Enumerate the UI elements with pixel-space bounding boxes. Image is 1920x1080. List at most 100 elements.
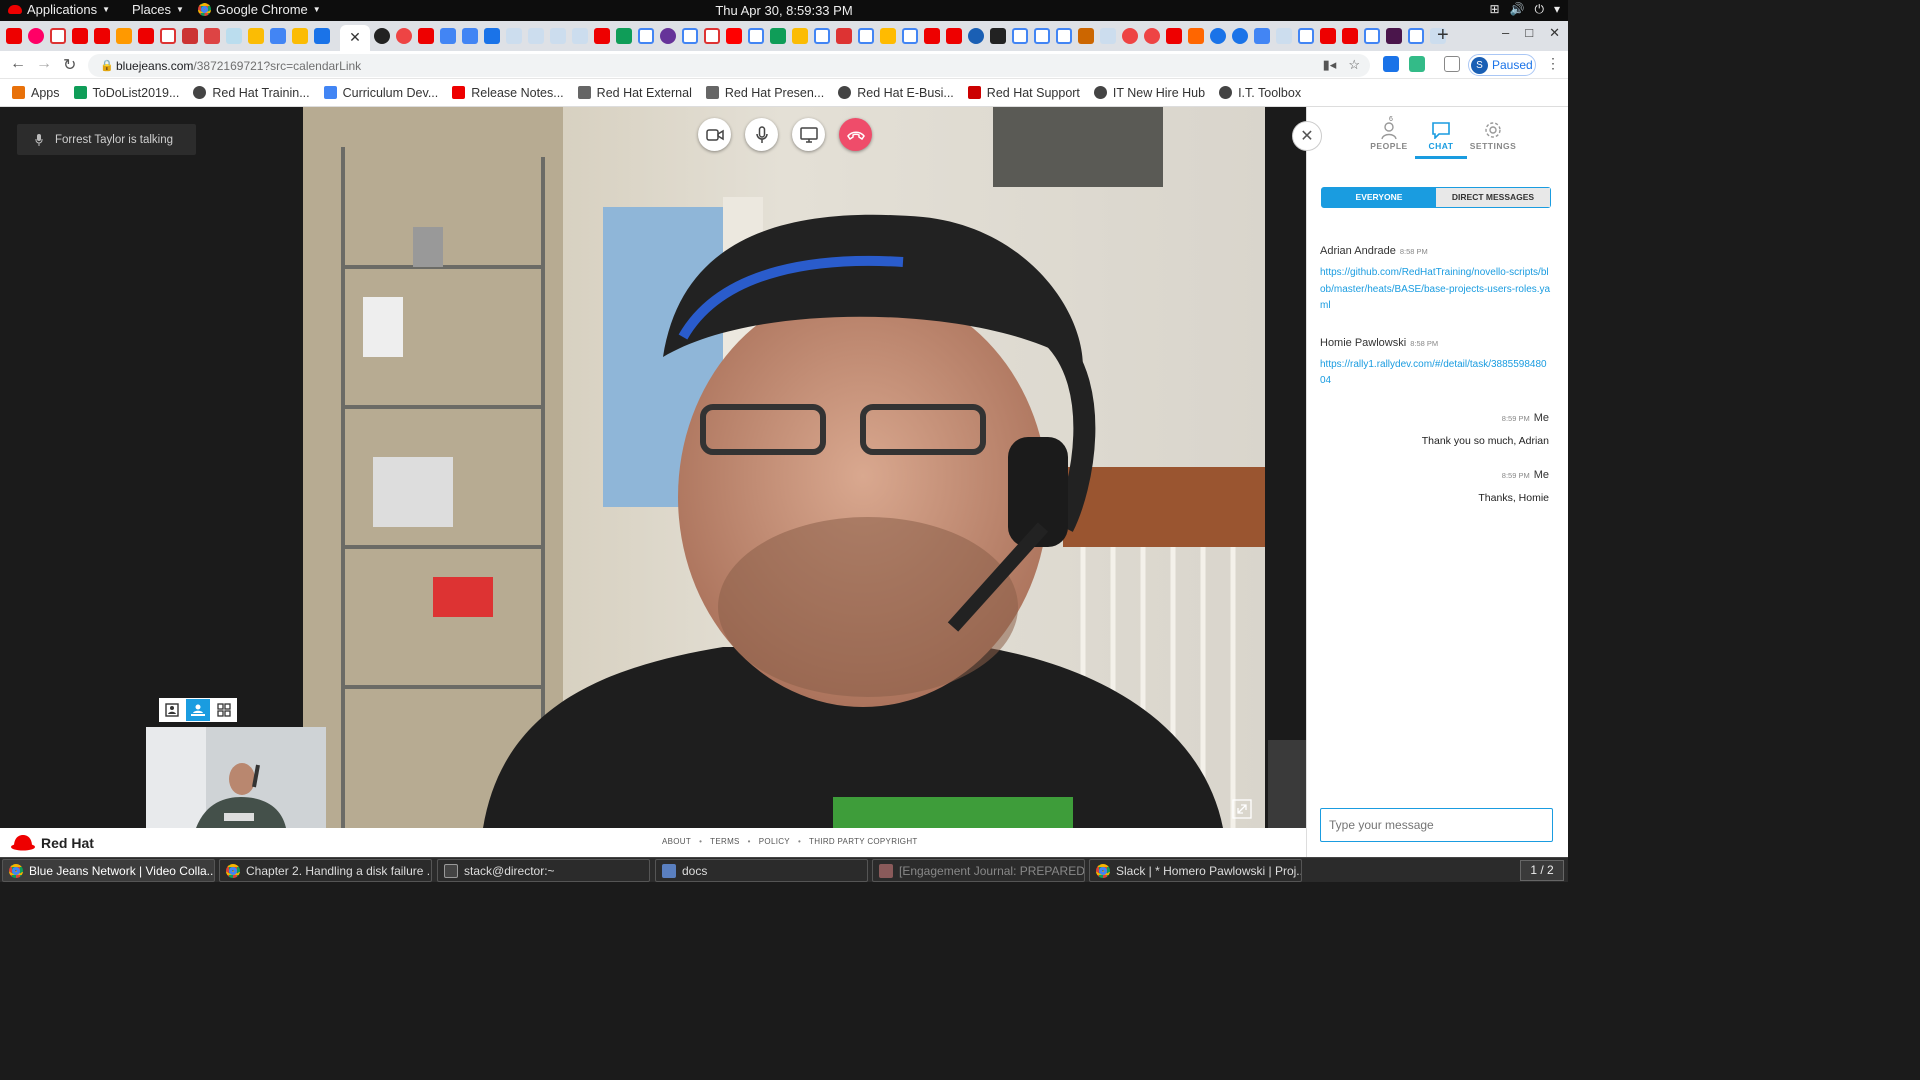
slides-icon[interactable] xyxy=(292,28,308,44)
bookmark-star-icon[interactable]: ☆ xyxy=(1348,57,1360,73)
close-panel-button[interactable]: ✕ xyxy=(1292,121,1322,151)
about-link[interactable]: ABOUT xyxy=(662,837,691,846)
bookmark-item[interactable]: Red Hat Support xyxy=(967,86,1080,100)
tab-favicon[interactable] xyxy=(1122,28,1138,44)
bookmark-item[interactable]: Red Hat Trainin... xyxy=(193,86,310,100)
google-icon[interactable] xyxy=(858,28,874,44)
tab-favicon[interactable] xyxy=(28,28,44,44)
self-view-video[interactable] xyxy=(146,727,326,828)
tab-favicon[interactable] xyxy=(836,28,852,44)
tab-favicon[interactable] xyxy=(1144,28,1160,44)
tab-settings[interactable]: SETTINGS xyxy=(1467,119,1519,159)
tab-favicon[interactable] xyxy=(226,28,242,44)
policy-link[interactable]: POLICY xyxy=(759,837,790,846)
layout-speaker-button[interactable] xyxy=(160,699,184,721)
gmail-icon[interactable] xyxy=(160,28,176,44)
tab-favicon[interactable] xyxy=(1078,28,1094,44)
calendar-icon[interactable] xyxy=(314,28,330,44)
camera-button[interactable] xyxy=(698,118,731,151)
tab-favicon[interactable] xyxy=(1276,28,1292,44)
extension-icon[interactable] xyxy=(1383,56,1399,72)
tab-favicon[interactable] xyxy=(704,28,720,44)
message-link[interactable]: https://github.com/RedHatTraining/novell… xyxy=(1320,265,1552,315)
more-menu-icon[interactable]: ⋮ xyxy=(1546,55,1560,72)
gmail-icon[interactable] xyxy=(50,28,66,44)
active-tab[interactable]: ✕ xyxy=(340,25,370,51)
taskbar-item[interactable]: Slack | * Homero Pawlowski | Proj... xyxy=(1089,859,1302,882)
tab-favicon[interactable] xyxy=(138,28,154,44)
main-video-feed[interactable] xyxy=(303,107,1265,828)
back-icon[interactable]: ← xyxy=(10,55,26,73)
lock-icon[interactable]: 🔒 xyxy=(100,59,114,72)
reading-list-icon[interactable] xyxy=(1444,56,1460,72)
sheets-icon[interactable] xyxy=(616,28,632,44)
google-icon[interactable] xyxy=(902,28,918,44)
google-icon[interactable] xyxy=(1408,28,1424,44)
sheets-icon[interactable] xyxy=(770,28,786,44)
tab-favicon[interactable] xyxy=(204,28,220,44)
tab-favicon[interactable] xyxy=(924,28,940,44)
tab-favicon[interactable] xyxy=(1342,28,1358,44)
bookmark-item[interactable]: Release Notes... xyxy=(452,86,564,100)
tab-chat[interactable]: CHAT xyxy=(1415,119,1467,159)
tab-people[interactable]: 6 PEOPLE xyxy=(1363,116,1415,159)
google-icon[interactable] xyxy=(1056,28,1072,44)
tab-favicon[interactable] xyxy=(6,28,22,44)
close-tab-icon[interactable]: ✕ xyxy=(349,29,361,45)
bookmark-item[interactable]: I.T. Toolbox xyxy=(1219,86,1301,100)
new-tab-button[interactable]: + xyxy=(1437,24,1449,47)
tab-favicon[interactable] xyxy=(880,28,896,44)
terms-link[interactable]: TERMS xyxy=(710,837,740,846)
system-tray[interactable]: ⊞ 🔊 ⏻ ▾ xyxy=(1489,2,1560,17)
taskbar-item[interactable]: [Engagement Journal: PREPARED ... xyxy=(872,859,1085,882)
slack-icon[interactable] xyxy=(1386,28,1402,44)
tab-favicon[interactable] xyxy=(550,28,566,44)
layout-gallery-button[interactable] xyxy=(212,699,236,721)
bookmark-item[interactable]: Apps xyxy=(12,86,60,100)
message-link[interactable]: https://rally1.rallydev.com/#/detail/tas… xyxy=(1320,357,1552,390)
url-text[interactable]: bluejeans.com/3872169721?src=calendarLin… xyxy=(116,59,361,73)
tab-favicon[interactable] xyxy=(1188,28,1204,44)
tab-favicon[interactable] xyxy=(1254,28,1270,44)
terminal-icon[interactable] xyxy=(990,28,1006,44)
tab-favicon[interactable] xyxy=(1100,28,1116,44)
google-icon[interactable] xyxy=(682,28,698,44)
forward-icon[interactable]: → xyxy=(36,55,52,73)
taskbar-item[interactable]: docs xyxy=(655,859,868,882)
reload-icon[interactable]: ↻ xyxy=(63,55,76,75)
bookmark-item[interactable]: IT New Hire Hub xyxy=(1093,86,1205,100)
tab-favicon[interactable] xyxy=(1210,28,1226,44)
youtube-icon[interactable] xyxy=(726,28,742,44)
participant-thumbnail-strip[interactable] xyxy=(1268,740,1306,828)
tab-favicon[interactable] xyxy=(572,28,588,44)
tab-favicon[interactable] xyxy=(946,28,962,44)
minimize-icon[interactable]: – xyxy=(1502,25,1509,41)
amazon-icon[interactable] xyxy=(116,28,132,44)
clock[interactable]: Thu Apr 30, 8:59:33 PM xyxy=(0,3,1568,18)
tab-favicon[interactable] xyxy=(418,28,434,44)
google-icon[interactable] xyxy=(1034,28,1050,44)
camera-in-use-icon[interactable]: ▮◂ xyxy=(1323,57,1337,73)
docs-icon[interactable] xyxy=(270,28,286,44)
everyone-segment[interactable]: EVERYONE xyxy=(1322,188,1436,207)
tab-favicon[interactable] xyxy=(660,28,676,44)
tab-favicon[interactable] xyxy=(968,28,984,44)
drive-icon[interactable] xyxy=(792,28,808,44)
bookmark-item[interactable]: Red Hat Presen... xyxy=(705,86,824,100)
tab-favicon[interactable] xyxy=(506,28,522,44)
tab-favicon[interactable] xyxy=(94,28,110,44)
google-icon[interactable] xyxy=(814,28,830,44)
taskbar-item[interactable]: stack@director:~ xyxy=(437,859,650,882)
taskbar-item[interactable]: Blue Jeans Network | Video Colla... xyxy=(2,859,215,882)
tab-favicon[interactable] xyxy=(594,28,610,44)
bookmark-item[interactable]: Red Hat External xyxy=(577,86,692,100)
layout-people-button[interactable] xyxy=(186,699,210,721)
google-icon[interactable] xyxy=(1364,28,1380,44)
third-party-copyright-link[interactable]: THIRD PARTY COPYRIGHT xyxy=(809,837,918,846)
tab-favicon[interactable] xyxy=(528,28,544,44)
workspace-switcher[interactable]: 1 / 2 xyxy=(1520,860,1564,881)
bookmark-item[interactable]: Red Hat E-Busi... xyxy=(838,86,954,100)
tab-favicon[interactable] xyxy=(1232,28,1248,44)
bookmark-item[interactable]: Curriculum Dev... xyxy=(323,86,438,100)
github-icon[interactable] xyxy=(374,28,390,44)
